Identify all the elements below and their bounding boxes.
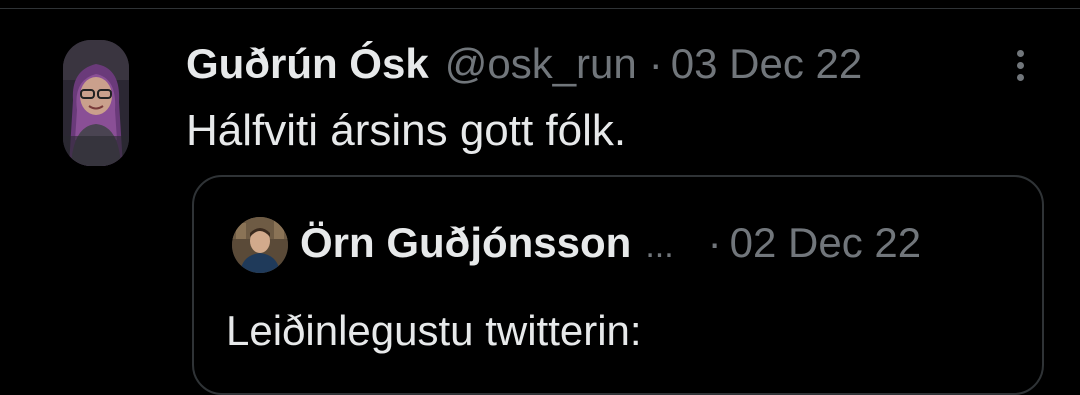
quoted-header-separator: · bbox=[707, 219, 722, 266]
quoted-avatar[interactable] bbox=[232, 217, 288, 273]
display-name[interactable]: Guðrún Ósk bbox=[186, 41, 429, 87]
avatar-photo bbox=[63, 40, 129, 166]
quoted-tweet-text: Leiðinlegustu twitterin: bbox=[226, 307, 642, 354]
top-divider bbox=[0, 0, 1080, 9]
quoted-display-name[interactable]: Örn Guðjónsson bbox=[300, 217, 631, 269]
avatar[interactable] bbox=[63, 40, 129, 166]
more-vertical-icon[interactable] bbox=[1006, 45, 1034, 89]
quoted-tweet-header: Örn Guðjónsson ... · 02 Dec 22 bbox=[300, 217, 921, 269]
quoted-avatar-photo bbox=[232, 217, 288, 273]
header-separator: · bbox=[648, 40, 663, 87]
quoted-tweet-card[interactable]: Örn Guðjónsson ... · 02 Dec 22 Leiðinleg… bbox=[192, 175, 1044, 395]
quoted-tweet-date[interactable]: 02 Dec 22 bbox=[730, 217, 921, 269]
tweet-header: Guðrún Ósk @osk_run · 03 Dec 22 bbox=[186, 41, 862, 87]
tweet-text: Hálfviti ársins gott fólk. bbox=[186, 106, 627, 155]
tweet-date[interactable]: 03 Dec 22 bbox=[671, 41, 862, 87]
tweet[interactable]: Guðrún Ósk @osk_run · 03 Dec 22 Hálfviti… bbox=[0, 9, 1080, 395]
user-handle[interactable]: @osk_run bbox=[445, 41, 637, 87]
quoted-name-ellipsis: ... bbox=[645, 227, 674, 265]
